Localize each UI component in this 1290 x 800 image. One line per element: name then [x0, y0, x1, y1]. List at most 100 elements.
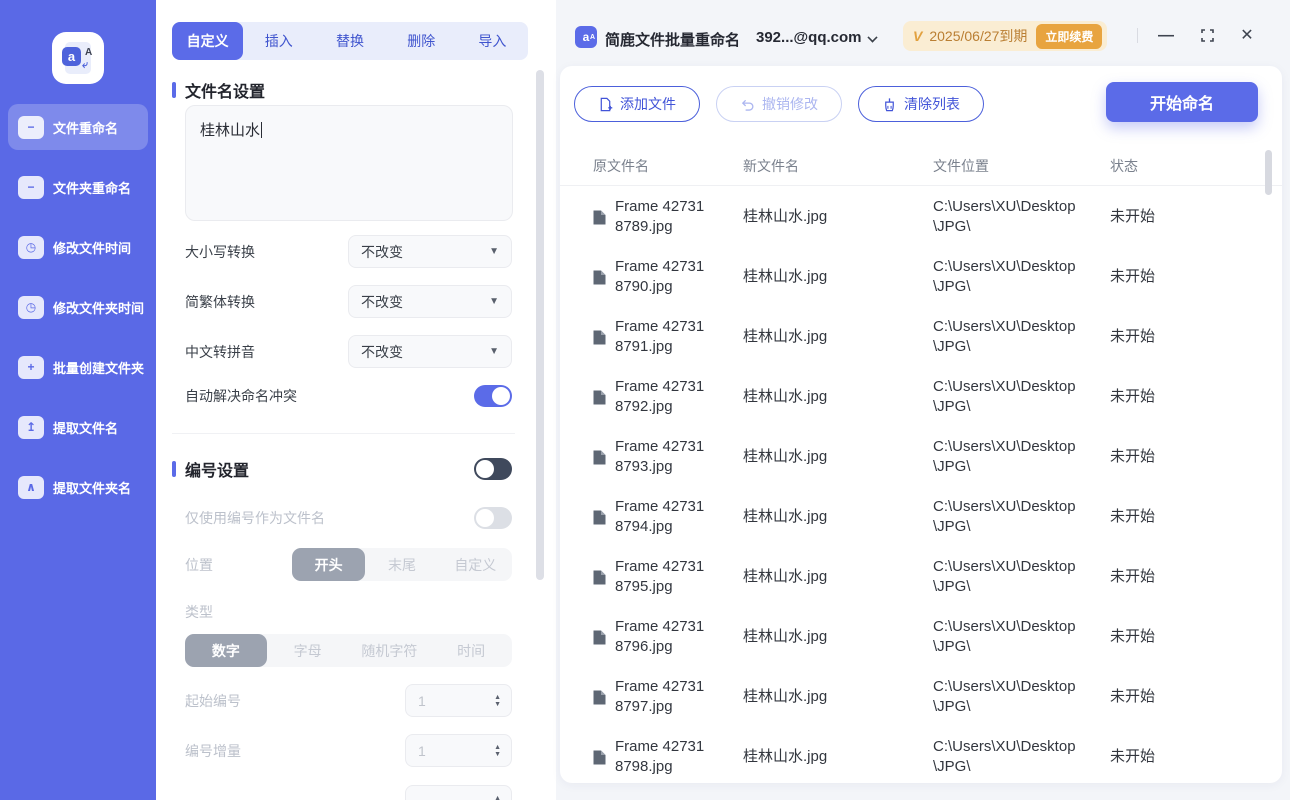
original-filename: Frame 42731 8798.jpg: [615, 738, 705, 775]
file-icon: [593, 510, 606, 525]
col-location: 文件位置: [933, 157, 989, 174]
numbering-title: 编号设置: [185, 463, 250, 480]
folder-rename-icon: −: [18, 175, 44, 199]
tab[interactable]: 删除: [386, 22, 457, 60]
sidebar-item[interactable]: + 批量创建文件夹: [8, 344, 148, 390]
vip-expiry: 2025/06/27到期: [929, 28, 1028, 44]
add-files-button[interactable]: 添加文件: [574, 86, 700, 122]
section-accent-bar: [172, 461, 176, 477]
col-original-name: 原文件名: [593, 157, 649, 174]
step-up-icon[interactable]: ▲: [494, 694, 501, 701]
tab[interactable]: 导入: [457, 22, 528, 60]
original-filename: Frame 42731 8795.jpg: [615, 558, 705, 595]
dropdown[interactable]: 不改变 ▼: [348, 335, 512, 368]
table-row[interactable]: Frame 42731 8798.jpg 桂林山水.jpg C:\Users\XU…: [560, 727, 1282, 783]
numbering-toggle[interactable]: [474, 458, 512, 480]
section-accent-bar: [172, 82, 176, 98]
table-row[interactable]: Frame 42731 8792.jpg 桂林山水.jpg C:\Users\XU…: [560, 367, 1282, 427]
segment-option[interactable]: 自定义: [439, 548, 512, 581]
dropdown-value: 不改变: [361, 243, 403, 260]
original-filename: Frame 42731 8790.jpg: [615, 258, 705, 295]
table-row[interactable]: Frame 42731 8795.jpg 桂林山水.jpg C:\Users\XU…: [560, 547, 1282, 607]
app-logo: a A ⤶: [52, 32, 104, 84]
select-label: 大小写转换: [185, 243, 255, 260]
table-row[interactable]: Frame 42731 8794.jpg 桂林山水.jpg C:\Users\XU…: [560, 487, 1282, 547]
file-icon: [593, 210, 606, 225]
sidebar-item[interactable]: ↥ 提取文件名: [8, 404, 148, 450]
table-row[interactable]: Frame 42731 8791.jpg 桂林山水.jpg C:\Users\XU…: [560, 307, 1282, 367]
segment-option[interactable]: 末尾: [365, 548, 438, 581]
filename-textarea[interactable]: 桂林山水: [185, 105, 513, 221]
original-filename: Frame 42731 8791.jpg: [615, 318, 705, 355]
col-status: 状态: [1110, 157, 1138, 174]
table-row[interactable]: Frame 42731 8797.jpg 桂林山水.jpg C:\Users\XU…: [560, 667, 1282, 727]
vip-badge[interactable]: V 2025/06/27到期 立即续费: [903, 21, 1108, 51]
table-row[interactable]: Frame 42731 8796.jpg 桂林山水.jpg C:\Users\XU…: [560, 607, 1282, 667]
sidebar-item[interactable]: ◷ 修改文件时间: [8, 224, 148, 270]
file-time-icon: ◷: [18, 235, 44, 259]
file-icon: [593, 270, 606, 285]
extract-filenames-icon: ↥: [18, 415, 44, 439]
segment-option[interactable]: 字母: [267, 634, 349, 667]
dropdown[interactable]: 不改变 ▼: [348, 235, 512, 268]
table-scrollbar[interactable]: [1265, 150, 1272, 195]
close-button[interactable]: ✕: [1237, 26, 1257, 46]
step-up-icon[interactable]: ▲: [494, 744, 501, 751]
extract-folder-names-icon: ∧: [18, 475, 44, 499]
chevron-down-icon[interactable]: [867, 32, 878, 43]
conflict-row: 自动解决命名冲突: [185, 385, 512, 407]
titlebar-divider: [1137, 28, 1138, 43]
table-row[interactable]: Frame 42731 8793.jpg 桂林山水.jpg C:\Users\XU…: [560, 427, 1282, 487]
start-number-value: 1: [418, 692, 426, 709]
file-table: Frame 42731 8789.jpg 桂林山水.jpg C:\Users\XU…: [560, 187, 1282, 783]
partial-stepper[interactable]: ▲▼: [405, 785, 512, 800]
tab[interactable]: 插入: [243, 22, 314, 60]
sidebar-item[interactable]: ◷ 修改文件夹时间: [8, 284, 148, 330]
tab-bar: 自定义 插入 替换 删除 导入: [172, 22, 528, 60]
only-number-label: 仅使用编号作为文件名: [185, 510, 325, 526]
segment-option[interactable]: 时间: [430, 634, 512, 667]
new-filename: 桂林山水.jpg: [743, 628, 828, 645]
segment-option[interactable]: 开头: [292, 548, 366, 581]
segment-option[interactable]: 随机字符: [349, 634, 431, 667]
table-header: 原文件名 新文件名 文件位置 状态: [560, 146, 1282, 186]
sidebar-item[interactable]: − 文件夹重命名: [8, 164, 148, 210]
increment-stepper[interactable]: 1 ▲ ▼: [405, 734, 512, 767]
table-row[interactable]: Frame 42731 8790.jpg 桂林山水.jpg C:\Users\XU…: [560, 247, 1282, 307]
chevron-down-icon: ▼: [489, 246, 499, 257]
sidebar-item[interactable]: − 文件重命名: [8, 104, 148, 150]
chevron-down-icon: ▼: [489, 296, 499, 307]
numbering-header: 编号设置: [172, 457, 512, 481]
new-filename: 桂林山水.jpg: [743, 208, 828, 225]
clear-list-button[interactable]: 清除列表: [858, 86, 984, 122]
select-row: 简繁体转换 不改变 ▼: [185, 285, 512, 318]
status: 未开始: [1110, 328, 1156, 345]
only-number-toggle[interactable]: [474, 507, 512, 529]
panel-scrollbar[interactable]: [536, 70, 544, 580]
settings-rows: 大小写转换 不改变 ▼ 简繁体转换 不改变 ▼ 中文转拼音 不改变 ▼ 自动解决…: [172, 235, 515, 800]
conflict-toggle[interactable]: [474, 385, 512, 407]
select-label: 简繁体转换: [185, 293, 255, 310]
select-row: 大小写转换 不改变 ▼: [185, 235, 512, 268]
minimize-button[interactable]: —: [1156, 26, 1176, 46]
renew-button[interactable]: 立即续费: [1036, 23, 1103, 49]
step-up-icon[interactable]: ▲: [494, 795, 501, 800]
table-row[interactable]: Frame 42731 8789.jpg 桂林山水.jpg C:\Users\XU…: [560, 187, 1282, 247]
dropdown[interactable]: 不改变 ▼: [348, 285, 512, 318]
step-down-icon[interactable]: ▼: [494, 751, 501, 758]
start-number-stepper[interactable]: 1 ▲ ▼: [405, 684, 512, 717]
account-menu[interactable]: 392...@qq.com: [756, 29, 862, 46]
settings-panel: 自定义 插入 替换 删除 导入 文件名设置 桂林山水 大小写转换 不改变 ▼ 简繁体转换…: [156, 0, 556, 800]
tab[interactable]: 自定义: [172, 22, 244, 60]
maximize-button[interactable]: [1197, 26, 1217, 46]
file-location: C:\Users\XU\Desktop \JPG\: [933, 678, 1076, 715]
sidebar-item[interactable]: ∧ 提取文件夹名: [8, 464, 148, 510]
undo-button[interactable]: 撤销修改: [716, 86, 842, 122]
undo-icon: [741, 99, 754, 111]
status: 未开始: [1110, 448, 1156, 465]
tab[interactable]: 替换: [314, 22, 385, 60]
segment-option[interactable]: 数字: [185, 634, 267, 667]
step-down-icon[interactable]: ▼: [494, 701, 501, 708]
title-bar: aA 简鹿文件批量重命名 392...@qq.com V 2025/06/27到…: [556, 0, 1290, 66]
start-rename-button[interactable]: 开始命名: [1106, 82, 1258, 122]
